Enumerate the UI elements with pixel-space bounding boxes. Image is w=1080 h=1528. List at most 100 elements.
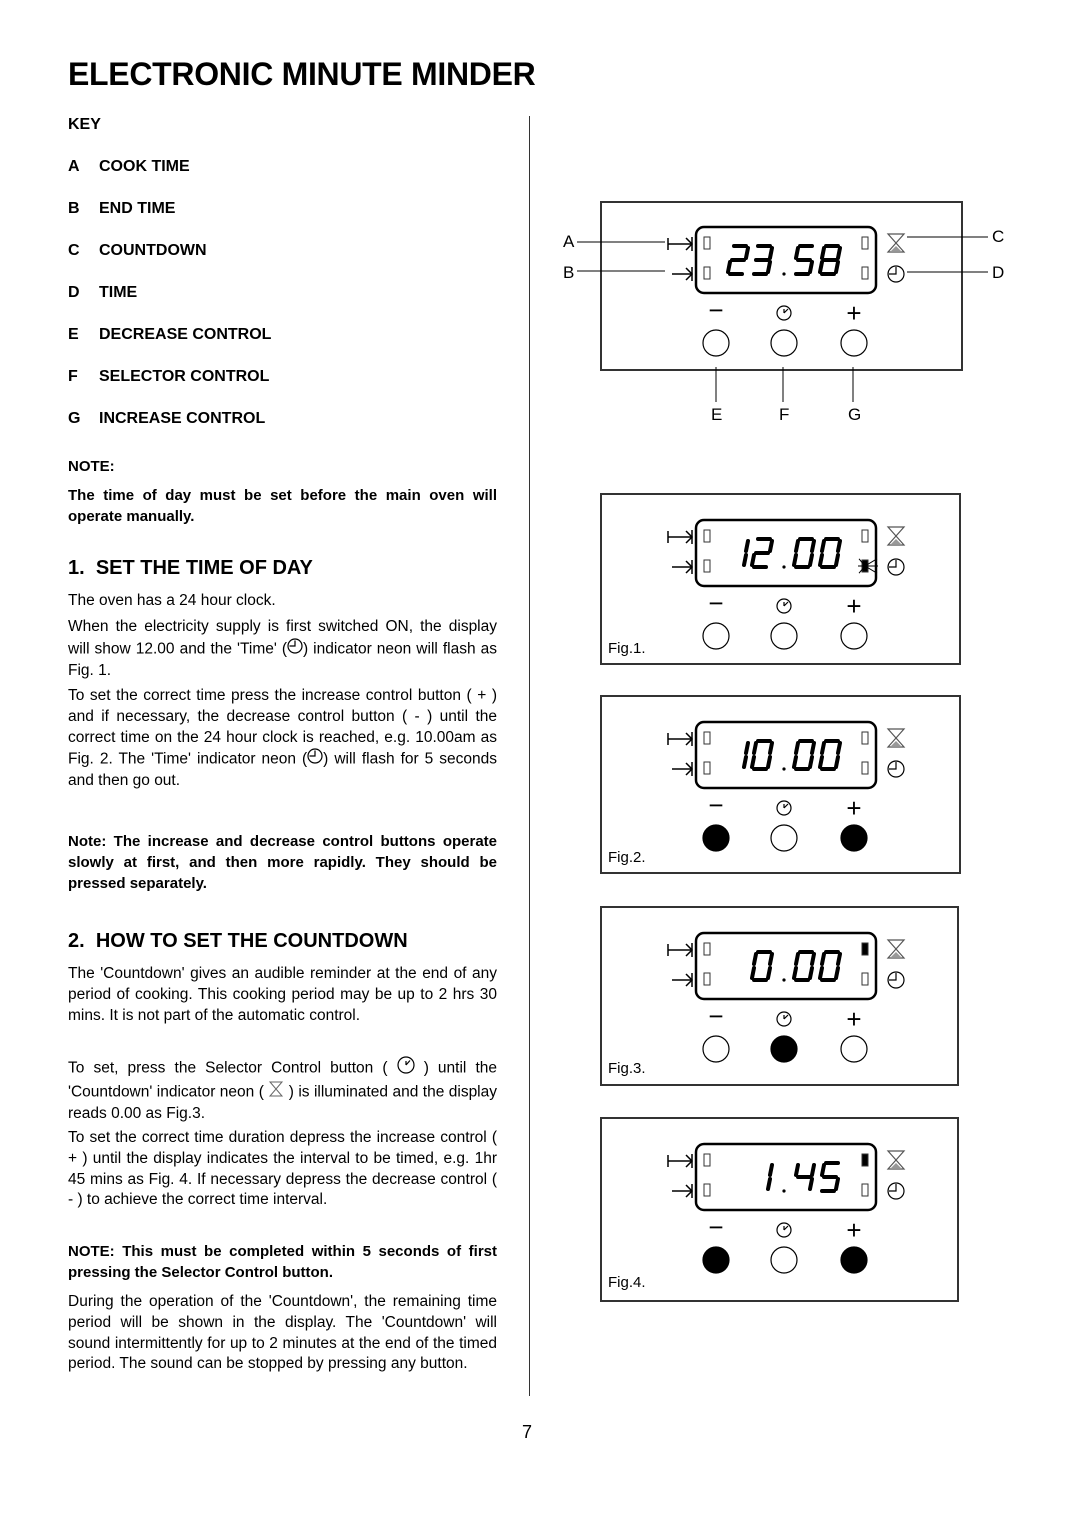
figure-3-label: Fig.3. (608, 1060, 646, 1077)
figure-2: − + Fig.2. (600, 695, 961, 874)
selector-button[interactable] (770, 1035, 798, 1063)
section2-note: NOTE: This must be completed within 5 se… (68, 1243, 497, 1281)
time-clock-icon (887, 760, 905, 778)
end-time-icon (672, 973, 694, 987)
decrease-button[interactable] (702, 622, 730, 650)
display-segment (808, 553, 814, 567)
key-item-b: B END TIME (68, 200, 176, 217)
display-segment (792, 966, 798, 980)
selector-button[interactable] (770, 824, 798, 852)
section2-p1: The 'Countdown' gives an audible reminde… (68, 965, 497, 1024)
lcd-display (694, 1142, 878, 1212)
callout-c: C (992, 227, 1005, 246)
display-segment (818, 966, 824, 980)
lcd-display (694, 931, 878, 1001)
display-segment (820, 539, 826, 553)
figure-1-label: Fig.1. (608, 640, 646, 657)
increase-button[interactable] (840, 1246, 868, 1274)
decrease-button[interactable] (702, 1035, 730, 1063)
display-segment (836, 741, 842, 755)
selector-icon (776, 1222, 792, 1238)
cook-time-icon (667, 1154, 694, 1168)
display-segment (818, 553, 824, 567)
callout-d: D (992, 263, 1005, 282)
increase-button[interactable] (840, 622, 868, 650)
time-clock-icon (887, 971, 905, 989)
decrease-symbol: − (708, 1212, 723, 1242)
page-title: ELECTRONIC MINUTE MINDER (68, 56, 536, 92)
display-segment (742, 553, 748, 567)
display-segment (744, 741, 750, 755)
decrease-button[interactable] (702, 1246, 730, 1274)
selector-icon (396, 1056, 415, 1081)
decrease-button[interactable] (702, 824, 730, 852)
time-clock-icon (887, 558, 905, 576)
selector-icon (776, 800, 792, 816)
display-dot (782, 767, 786, 771)
selector-button[interactable] (770, 1246, 798, 1274)
display-dot (782, 978, 786, 982)
timer-panel-drawing: − + (667, 518, 906, 650)
increase-symbol: + (846, 591, 861, 621)
display-dot (782, 565, 786, 569)
hourglass-icon (268, 1081, 284, 1104)
timer-panel-drawing: − + (667, 1142, 906, 1274)
display-segment (808, 1177, 814, 1191)
time-clock-icon (887, 1182, 905, 1200)
clock-icon (287, 638, 303, 661)
callout-a: A (563, 232, 575, 251)
section1-heading: 1. SET THE TIME OF DAY (68, 557, 313, 579)
display-segment (808, 966, 814, 980)
display-segment (818, 755, 824, 769)
callout-f: F (779, 405, 790, 424)
display-segment (768, 952, 774, 966)
timer-panel-drawing: − + (667, 720, 906, 852)
end-time-icon (672, 560, 694, 574)
increase-button[interactable] (840, 1035, 868, 1063)
display-segment (820, 952, 826, 966)
countdown-hourglass-icon (886, 939, 906, 959)
clock-icon (307, 748, 323, 771)
increase-button[interactable] (840, 824, 868, 852)
figure-2-label: Fig.2. (608, 849, 646, 866)
display-segment (810, 952, 816, 966)
display-segment (792, 553, 798, 567)
callout-e: E (711, 405, 723, 424)
display-segment (744, 539, 750, 553)
display-segment (820, 741, 826, 755)
display-segment (766, 966, 772, 980)
key-item-f: F SELECTOR CONTROL (68, 368, 270, 385)
selector-button[interactable] (770, 622, 798, 650)
display-segment (750, 966, 756, 980)
selector-icon (776, 598, 792, 614)
display-segment (766, 1177, 772, 1191)
display-segment (794, 741, 800, 755)
cook-time-icon (667, 530, 694, 544)
display-segment (810, 539, 816, 553)
key-item-g: G INCREASE CONTROL (68, 410, 266, 427)
display-segment (750, 553, 756, 567)
selector-icon (776, 1011, 792, 1027)
display-segment (794, 952, 800, 966)
key-item-d: D TIME (68, 284, 138, 301)
lcd-display (694, 518, 878, 588)
section2-p2: To set, press the Selector Control butto… (68, 1056, 497, 1124)
timer-panel-drawing: − + (667, 931, 906, 1063)
display-segment (820, 1163, 826, 1177)
display-segment (792, 755, 798, 769)
section1-p1: The oven has a 24 hour clock. (68, 592, 276, 609)
decrease-symbol: − (708, 1001, 723, 1031)
countdown-hourglass-icon (886, 526, 906, 546)
countdown-hourglass-icon (886, 1150, 906, 1170)
countdown-hourglass-icon (886, 728, 906, 748)
key-item-c: C COUNTDOWN (68, 242, 207, 259)
figure-1: − + Fig.1. (600, 493, 961, 665)
display-segment (810, 1163, 816, 1177)
callout-lines (577, 236, 988, 402)
figure-4: − + Fig.4. (600, 1117, 959, 1302)
display-segment (742, 755, 748, 769)
note-text: The time of day must be set before the m… (68, 487, 497, 525)
callout-g: G (848, 405, 862, 424)
callout-b: B (563, 263, 575, 282)
display-segment (834, 755, 840, 769)
